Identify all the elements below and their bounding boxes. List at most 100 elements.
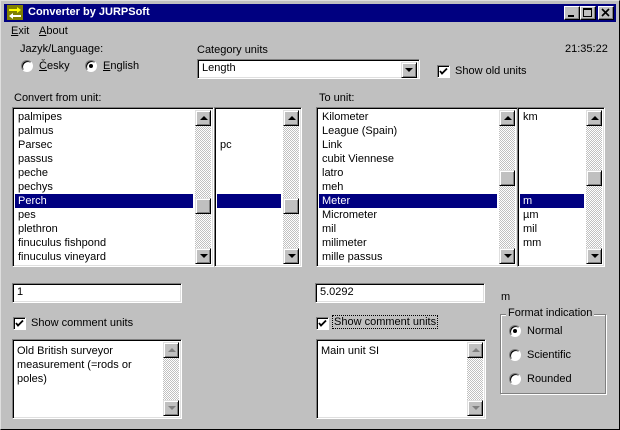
from-unit-item[interactable]: palmus	[15, 124, 193, 138]
radio-normal-label[interactable]: Normal	[527, 325, 562, 337]
checkmark-icon	[15, 319, 24, 327]
maximize-button[interactable]	[580, 6, 596, 20]
to-symbol-item[interactable]	[520, 250, 584, 264]
title-bar[interactable]: Converter by JURPSoft	[4, 4, 616, 22]
scroll-up-button[interactable]	[283, 110, 299, 126]
from-symbol-list[interactable]: pc	[214, 107, 302, 267]
from-unit-item[interactable]: finuculus vineyard	[15, 250, 193, 264]
from-unit-item[interactable]: passus	[15, 152, 193, 166]
to-unit-item[interactable]: Micrometer	[319, 208, 497, 222]
to-unit-item[interactable]: milimeter	[319, 236, 497, 250]
scroll-thumb[interactable]	[283, 198, 299, 214]
from-show-comment-label[interactable]: Show comment units	[31, 317, 133, 329]
radio-cesky-label[interactable]: Česky	[39, 60, 70, 72]
from-symbol-item[interactable]	[217, 180, 281, 194]
scroll-down-button[interactable]	[163, 400, 179, 416]
radio-scientific-label[interactable]: Scientific	[527, 349, 571, 361]
scroll-thumb[interactable]	[195, 198, 211, 214]
from-unit-item[interactable]: palmipes	[15, 110, 193, 124]
scroll-down-button[interactable]	[283, 248, 299, 264]
to-symbol-list[interactable]: km m µm mil mm	[517, 107, 605, 267]
close-button[interactable]	[598, 6, 614, 20]
to-unit-item[interactable]: latro	[319, 166, 497, 180]
scroll-up-button[interactable]	[163, 342, 179, 358]
to-symbol-item[interactable]	[520, 180, 584, 194]
from-symbol-item[interactable]	[217, 250, 281, 264]
from-unit-list[interactable]: palmipes palmus Parsec passus peche pechys Per…	[12, 107, 214, 267]
from-symbol-item[interactable]	[217, 194, 281, 208]
to-unit-list[interactable]: Kilometer League (Spain) Link cubit Viennes…	[316, 107, 518, 267]
to-show-comment-checkbox[interactable]	[316, 317, 329, 330]
from-unit-scrollbar[interactable]	[195, 110, 211, 264]
to-symbol-scrollbar[interactable]	[586, 110, 602, 264]
to-unit-scrollbar[interactable]	[499, 110, 515, 264]
from-symbol-item[interactable]	[217, 124, 281, 138]
menu-about[interactable]: About	[39, 25, 68, 37]
to-value-output[interactable]: 5.0292	[315, 283, 485, 303]
from-unit-item[interactable]: plethron	[15, 222, 193, 236]
radio-rounded-label[interactable]: Rounded	[527, 373, 572, 385]
from-unit-item[interactable]: finuculus fishpond	[15, 236, 193, 250]
from-show-comment-checkbox[interactable]	[13, 317, 26, 330]
to-unit-item[interactable]: mille passus	[319, 250, 497, 264]
show-old-units-checkbox[interactable]	[437, 65, 450, 78]
to-unit-item[interactable]: cubit Viennese	[319, 152, 497, 166]
from-unit-item[interactable]: Perch	[15, 194, 193, 208]
from-comment-scrollbar[interactable]	[163, 342, 179, 416]
radio-cesky[interactable]	[21, 60, 33, 72]
to-symbol-item[interactable]: km	[520, 110, 584, 124]
scroll-down-button[interactable]	[467, 400, 483, 416]
scroll-thumb[interactable]	[499, 170, 515, 186]
to-symbol-item[interactable]	[520, 124, 584, 138]
category-select[interactable]: Length	[197, 59, 420, 79]
to-unit-item[interactable]: Meter	[319, 194, 497, 208]
radio-scientific[interactable]	[509, 349, 521, 361]
radio-english[interactable]	[85, 60, 97, 72]
to-comment-box[interactable]: Main unit SI	[316, 339, 486, 419]
scroll-thumb[interactable]	[586, 170, 602, 186]
to-unit-item[interactable]: Kilometer	[319, 110, 497, 124]
from-symbol-item[interactable]	[217, 236, 281, 250]
to-symbol-item[interactable]	[520, 152, 584, 166]
category-value: Length	[202, 62, 236, 74]
radio-normal[interactable]	[509, 325, 521, 337]
from-comment-box[interactable]: Old British surveyor measurement (=rods …	[12, 339, 182, 419]
to-unit-item[interactable]: League (Spain)	[319, 124, 497, 138]
to-comment-scrollbar[interactable]	[467, 342, 483, 416]
from-unit-item[interactable]: pes	[15, 208, 193, 222]
category-dropdown-button[interactable]	[401, 62, 417, 78]
from-symbol-item[interactable]	[217, 152, 281, 166]
scroll-down-button[interactable]	[499, 248, 515, 264]
scroll-up-button[interactable]	[499, 110, 515, 126]
scroll-up-button[interactable]	[467, 342, 483, 358]
from-value-input[interactable]: 1	[12, 283, 182, 303]
from-symbol-item[interactable]	[217, 166, 281, 180]
scroll-down-button[interactable]	[586, 248, 602, 264]
to-show-comment-label[interactable]: Show comment units	[331, 315, 439, 329]
show-old-units-label[interactable]: Show old units	[455, 65, 527, 77]
to-unit-item[interactable]: Link	[319, 138, 497, 152]
to-symbol-item[interactable]: mm	[520, 236, 584, 250]
to-symbol-item[interactable]: m	[520, 194, 584, 208]
from-symbol-item[interactable]: pc	[217, 138, 281, 152]
from-unit-item[interactable]: Parsec	[15, 138, 193, 152]
to-symbol-item[interactable]	[520, 138, 584, 152]
to-symbol-item[interactable]	[520, 166, 584, 180]
scroll-up-button[interactable]	[586, 110, 602, 126]
scroll-up-button[interactable]	[195, 110, 211, 126]
from-symbol-item[interactable]	[217, 110, 281, 124]
to-unit-item[interactable]: mil	[319, 222, 497, 236]
scroll-down-button[interactable]	[195, 248, 211, 264]
to-symbol-item[interactable]: mil	[520, 222, 584, 236]
radio-english-label[interactable]: English	[103, 60, 139, 72]
radio-rounded[interactable]	[509, 373, 521, 385]
menu-exit[interactable]: Exit	[11, 25, 29, 37]
to-symbol-item[interactable]: µm	[520, 208, 584, 222]
from-symbol-item[interactable]	[217, 222, 281, 236]
from-symbol-scrollbar[interactable]	[283, 110, 299, 264]
minimize-button[interactable]	[564, 6, 580, 20]
from-unit-item[interactable]: pechys	[15, 180, 193, 194]
from-unit-item[interactable]: peche	[15, 166, 193, 180]
to-unit-item[interactable]: meh	[319, 180, 497, 194]
from-symbol-item[interactable]	[217, 208, 281, 222]
